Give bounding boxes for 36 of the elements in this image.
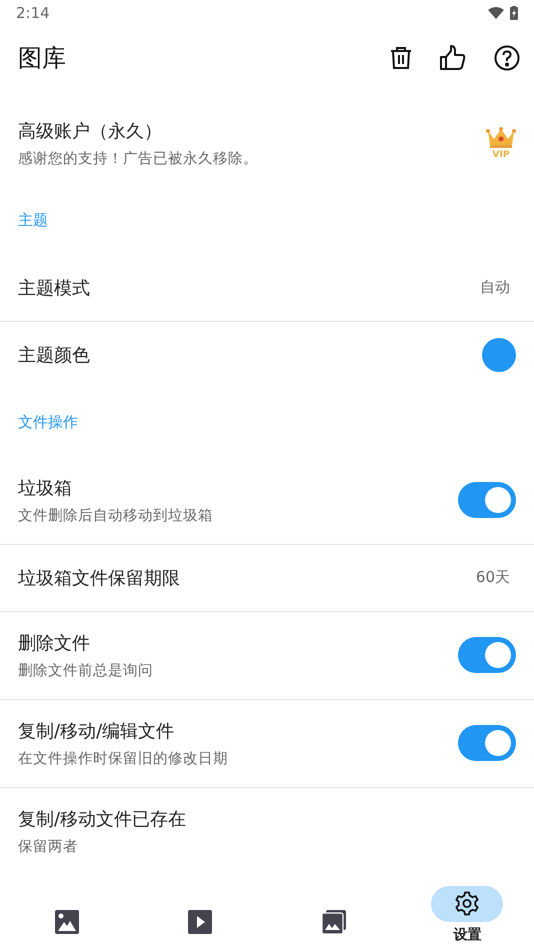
setting-title[interactable]: 复制/移动/编辑文件 <box>18 718 228 743</box>
toggle-switch[interactable] <box>458 482 516 518</box>
color-swatch[interactable] <box>482 338 516 372</box>
image-icon <box>54 910 79 934</box>
status-time: 2:14 <box>16 4 50 22</box>
section-header: 文件操作 <box>18 413 78 432</box>
toggle-switch[interactable] <box>458 637 516 674</box>
setting-title[interactable]: 主题颜色 <box>18 343 90 368</box>
nav-tab[interactable] <box>431 886 504 922</box>
wifi-icon <box>488 6 504 19</box>
thumbs-up-icon[interactable] <box>440 45 466 72</box>
battery-icon <box>510 6 518 20</box>
setting-title[interactable]: 复制/移动文件已存在 <box>18 807 186 832</box>
setting-value: 自动 <box>480 278 510 298</box>
section-header: 主题 <box>18 211 48 230</box>
images-icon <box>322 910 346 934</box>
help-icon[interactable] <box>494 45 520 72</box>
toggle-switch[interactable] <box>458 725 516 762</box>
setting-title[interactable]: 高级账户（永久） <box>18 119 258 144</box>
setting-title[interactable]: 主题模式 <box>18 276 90 300</box>
play-icon <box>188 910 212 934</box>
setting-title[interactable]: 垃圾箱 <box>18 476 213 500</box>
setting-description: 感谢您的支持！广告已被永久移除。 <box>18 150 258 168</box>
setting-title[interactable]: 删除文件 <box>18 630 153 655</box>
setting-value: 60天 <box>476 568 510 588</box>
crown-icon <box>486 127 516 150</box>
app-title: 图库 <box>18 43 66 74</box>
setting-description: 删除文件前总是询问 <box>18 662 153 680</box>
vip-label: VIP <box>492 150 510 160</box>
settings-icon <box>454 890 480 917</box>
setting-description: 文件删除后自动移动到垃圾箱 <box>18 506 213 525</box>
trash-icon[interactable] <box>390 46 412 70</box>
setting-title[interactable]: 垃圾箱文件保留期限 <box>18 566 180 590</box>
setting-description: 保留两者 <box>18 838 79 856</box>
nav-label: 设置 <box>453 926 482 944</box>
setting-description: 在文件操作时保留旧的修改日期 <box>18 750 228 768</box>
